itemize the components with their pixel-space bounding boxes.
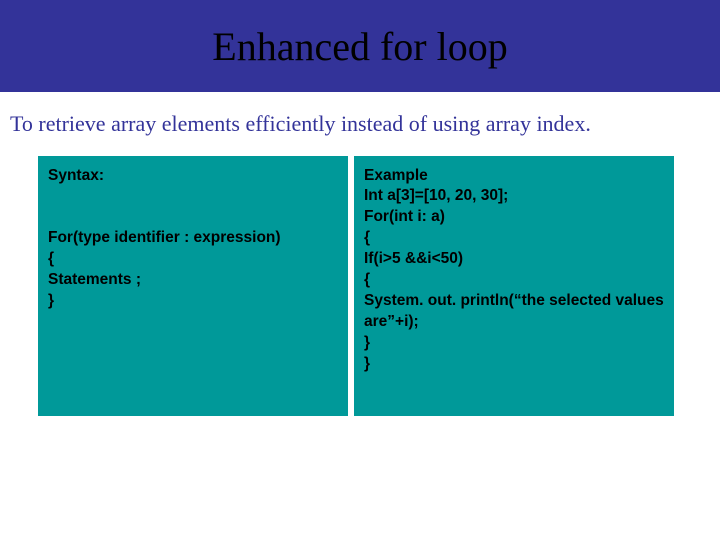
example-line: {	[364, 270, 666, 291]
example-line: }	[364, 354, 666, 375]
slide-title: Enhanced for loop	[212, 23, 507, 70]
example-line: }	[364, 333, 666, 354]
example-line: System. out. println(“the selected value…	[364, 291, 666, 333]
syntax-panel: Syntax: For(type identifier : expression…	[38, 156, 348, 416]
example-line: If(i>5 &&i<50)	[364, 249, 666, 270]
title-bar: Enhanced for loop	[0, 0, 720, 92]
syntax-heading: Syntax:	[48, 166, 340, 187]
blank-line	[48, 207, 340, 228]
example-line: Int a[3]=[10, 20, 30];	[364, 186, 666, 207]
content-panels: Syntax: For(type identifier : expression…	[0, 138, 720, 416]
intro-text: To retrieve array elements efficiently i…	[0, 92, 720, 138]
syntax-line: Statements ;	[48, 270, 340, 291]
example-panel: Example Int a[3]=[10, 20, 30]; For(int i…	[354, 156, 674, 416]
example-line: {	[364, 228, 666, 249]
syntax-line: }	[48, 291, 340, 312]
syntax-line: {	[48, 249, 340, 270]
syntax-line: For(type identifier : expression)	[48, 228, 340, 249]
example-line: For(int i: a)	[364, 207, 666, 228]
blank-line	[48, 186, 340, 207]
example-heading: Example	[364, 166, 666, 187]
